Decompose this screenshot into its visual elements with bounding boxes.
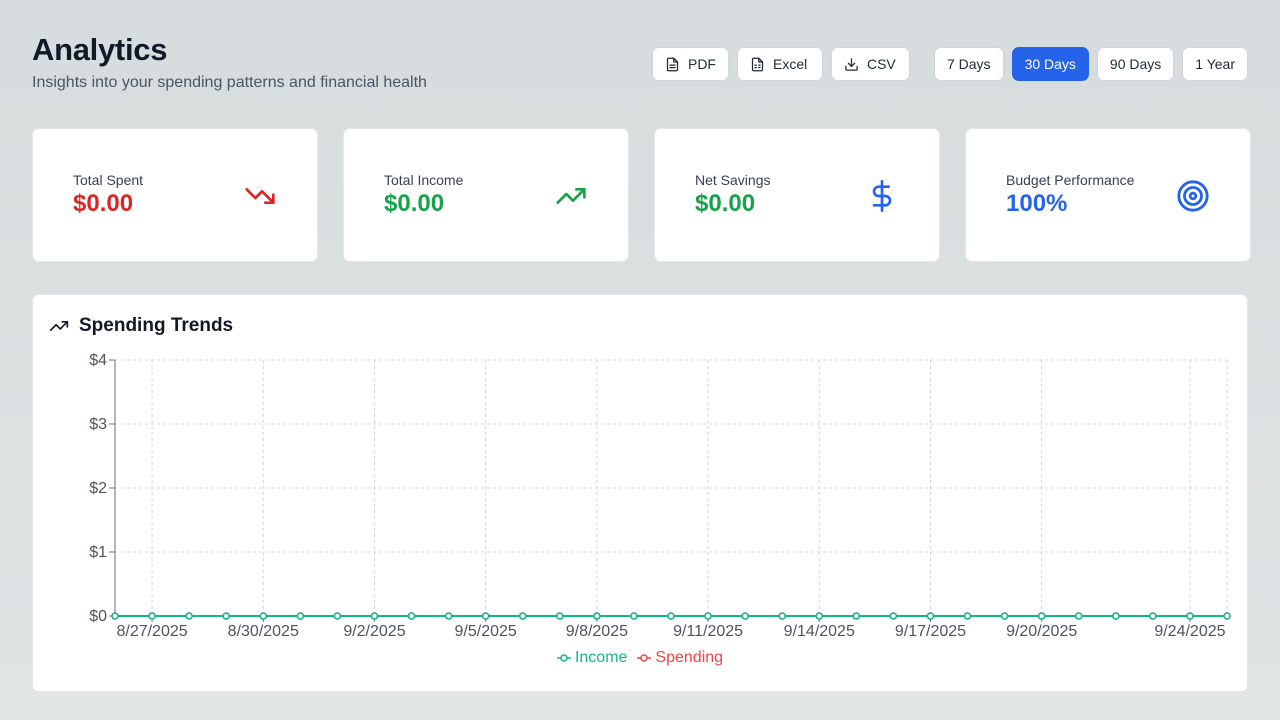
x-tick-label: 9/14/2025 [784, 623, 855, 640]
y-tick-label: $2 [89, 480, 107, 497]
x-tick-label: 9/8/2025 [566, 623, 628, 640]
data-point-income [704, 612, 712, 620]
export-excel-button[interactable]: Excel [736, 47, 823, 81]
range-90-days-button[interactable]: 90 Days [1096, 47, 1175, 81]
data-point-income [1000, 612, 1009, 620]
trending-up-icon [554, 179, 588, 213]
data-point-income [481, 612, 490, 620]
card-value: $0.00 [73, 190, 134, 217]
data-point-income [1186, 612, 1194, 620]
data-point-income [667, 612, 675, 620]
data-point-income [296, 612, 305, 620]
x-tick-label: 9/5/2025 [455, 623, 517, 640]
data-point-income [1074, 612, 1083, 620]
x-tick-label: 8/27/2025 [116, 623, 187, 640]
legend-label-income: Income [574, 649, 628, 666]
data-point-income [407, 612, 416, 620]
legend-marker-spending [637, 654, 652, 662]
data-point-income [593, 612, 601, 620]
page-header: Analytics Insights into your spending pa… [32, 32, 427, 92]
y-tick-label: $0 [89, 608, 107, 625]
card-value: 100% [1006, 190, 1068, 217]
data-point-income [630, 612, 638, 620]
file-text-icon [666, 57, 679, 71]
x-tick-label: 9/17/2025 [895, 623, 966, 640]
legend-marker-income [556, 654, 571, 662]
export-csv-button[interactable]: CSV [830, 47, 910, 81]
net-savings-card: Net Savings $0.00 [654, 128, 940, 262]
summary-cards: Total Spent $0.00 Total Income $0.00 Net… [32, 128, 1251, 262]
card-label: Net Savings [695, 172, 771, 188]
x-tick-label: 8/30/2025 [228, 623, 299, 640]
trending-down-icon [243, 179, 277, 213]
data-point-income [926, 612, 935, 620]
chart-title: Spending Trends [79, 315, 234, 336]
spending-trends-card: $0 $1 $2 $3 $4 8/27/2025 8/30/2025 9/2/2025 9/5/… [32, 294, 1248, 692]
range-7-days-button[interactable]: 7 Days [933, 47, 1004, 81]
data-point-income [1149, 612, 1157, 620]
data-point-income [852, 612, 861, 620]
chart-header: Spending Trends [49, 315, 233, 337]
x-tick-label: 9/11/2025 [673, 623, 743, 640]
download-icon [845, 57, 858, 71]
data-point-income [148, 612, 156, 620]
total-spent-card: Total Spent $0.00 [32, 128, 318, 262]
data-point-income [185, 612, 193, 620]
trending-up-icon [49, 321, 69, 331]
page-title: Analytics [32, 32, 168, 67]
export-excel-label: Excel [772, 56, 808, 72]
data-point-income [556, 612, 564, 620]
export-pdf-button[interactable]: PDF [651, 47, 729, 81]
card-label: Budget Performance [1006, 172, 1135, 188]
legend-item-spending[interactable]: Spending [637, 649, 723, 667]
card-label: Total Income [384, 172, 464, 188]
card-label: Total Spent [73, 172, 144, 188]
data-point-income [1037, 612, 1046, 620]
data-point-income [111, 612, 119, 620]
data-point-income [1223, 612, 1231, 620]
y-tick-label: $1 [89, 544, 107, 561]
data-point-income [222, 612, 230, 620]
card-value: $0.00 [384, 190, 445, 217]
x-tick-label: 9/2/2025 [343, 623, 405, 640]
budget-performance-card: Budget Performance 100% [965, 128, 1251, 262]
data-point-income [889, 612, 898, 620]
range-30-days-button[interactable]: 30 Days [1011, 47, 1089, 81]
page-subtitle: Insights into your spending patterns and… [32, 74, 427, 91]
export-pdf-label: PDF [687, 56, 716, 72]
target-icon [1176, 179, 1210, 213]
y-tick-label: $3 [89, 416, 107, 433]
export-csv-label: CSV [866, 56, 896, 72]
chart-legend: Income Spending [33, 649, 1247, 667]
spending-trends-chart: $0 $1 $2 $3 $4 8/27/2025 8/30/2025 9/2/2025 9/5/… [89, 352, 1231, 640]
file-spreadsheet-icon [751, 57, 764, 71]
legend-item-income[interactable]: Income [556, 649, 628, 667]
y-tick-label: $4 [89, 352, 107, 369]
data-point-income [741, 612, 749, 620]
data-point-income [518, 612, 527, 620]
data-point-income [333, 612, 342, 620]
x-tick-label: 9/24/2025 [1154, 623, 1225, 640]
total-income-card: Total Income $0.00 [343, 128, 629, 262]
x-tick-label: 9/20/2025 [1006, 623, 1077, 640]
legend-label-spending: Spending [655, 649, 724, 666]
range-1-year-button[interactable]: 1 Year [1182, 47, 1248, 81]
data-point-income [963, 612, 972, 620]
card-value: $0.00 [695, 190, 756, 217]
data-point-income [1112, 612, 1120, 620]
data-point-income [815, 612, 824, 620]
data-point-income [444, 612, 453, 620]
toolbar: PDF Excel CSV 7 Days 30 Days 90 Days 1 Y… [651, 47, 1248, 81]
data-point-income [778, 612, 786, 620]
dollar-sign-icon [865, 179, 899, 213]
data-point-income [259, 612, 268, 620]
data-point-income [370, 612, 379, 620]
